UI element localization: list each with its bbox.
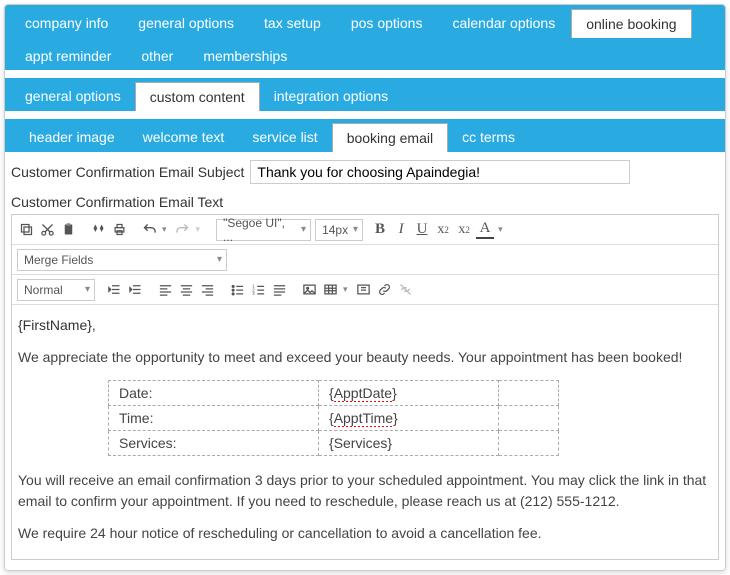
insert-symbol-icon[interactable] xyxy=(355,281,373,299)
rich-text-editor: ▾ ▾ "Segoe UI", ... 14px B I U x2 x2 A▾ … xyxy=(11,214,719,560)
italic-button[interactable]: I xyxy=(392,221,410,239)
font-size-select[interactable]: 14px xyxy=(315,219,363,241)
section-tabs: general optionscustom contentintegration… xyxy=(5,78,725,111)
font-family-select[interactable]: "Segoe UI", ... xyxy=(216,219,311,241)
main-tab-pos-options[interactable]: pos options xyxy=(337,9,437,38)
policy-paragraph: We require 24 hour notice of reschedulin… xyxy=(18,523,712,543)
toolbar-row-2: Merge Fields xyxy=(12,245,718,275)
main-tab-online-booking[interactable]: online booking xyxy=(571,9,691,38)
content-tab-service-list[interactable]: service list xyxy=(238,123,331,152)
subject-input[interactable] xyxy=(250,160,630,184)
merge-fields-select[interactable]: Merge Fields xyxy=(17,249,227,271)
main-tab-memberships[interactable]: memberships xyxy=(189,42,301,70)
confirm-paragraph: You will receive an email confirmation 3… xyxy=(18,470,712,511)
undo-icon[interactable] xyxy=(140,221,158,239)
body-label: Customer Confirmation Email Text xyxy=(11,194,719,210)
bullet-list-icon[interactable] xyxy=(228,281,246,299)
align-left-icon[interactable] xyxy=(156,281,174,299)
subscript-button[interactable]: x2 xyxy=(455,221,473,239)
unlink-icon[interactable] xyxy=(397,281,415,299)
content-tab-header-image[interactable]: header image xyxy=(15,123,129,152)
print-icon[interactable] xyxy=(110,221,128,239)
content-tab-welcome-text[interactable]: welcome text xyxy=(129,123,239,152)
outdent-icon[interactable] xyxy=(105,281,123,299)
main-tabs: company infogeneral optionstax setuppos … xyxy=(5,5,725,70)
cut-icon[interactable] xyxy=(38,221,56,239)
redo-icon[interactable] xyxy=(174,221,192,239)
align-right-icon[interactable] xyxy=(198,281,216,299)
section-tab-custom-content[interactable]: custom content xyxy=(135,82,260,111)
number-list-icon[interactable]: 123 xyxy=(249,281,267,299)
greeting-line: {FirstName}, xyxy=(18,315,712,335)
find-icon[interactable] xyxy=(89,221,107,239)
font-color-button[interactable]: A xyxy=(476,221,494,239)
underline-button[interactable]: U xyxy=(413,221,431,239)
main-tab-calendar-options[interactable]: calendar options xyxy=(438,9,569,38)
superscript-button[interactable]: x2 xyxy=(434,221,452,239)
editor-body[interactable]: {FirstName}, We appreciate the opportuni… xyxy=(12,305,718,559)
align-justify-icon[interactable] xyxy=(270,281,288,299)
content-tab-booking-email[interactable]: booking email xyxy=(332,123,448,152)
indent-icon[interactable] xyxy=(126,281,144,299)
svg-text:3: 3 xyxy=(252,291,255,296)
toolbar-row-1: ▾ ▾ "Segoe UI", ... 14px B I U x2 x2 A▾ xyxy=(12,215,718,245)
copy-icon[interactable] xyxy=(17,221,35,239)
paragraph-style-select[interactable]: Normal xyxy=(17,279,95,301)
intro-paragraph: We appreciate the opportunity to meet an… xyxy=(18,347,712,367)
table-row: Date:{ApptDate} xyxy=(109,380,559,405)
insert-image-icon[interactable] xyxy=(300,281,318,299)
insert-link-icon[interactable] xyxy=(376,281,394,299)
main-tab-general-options[interactable]: general options xyxy=(124,9,248,38)
insert-table-icon[interactable] xyxy=(321,281,339,299)
main-tab-company-info[interactable]: company info xyxy=(11,9,122,38)
main-tab-appt-reminder[interactable]: appt reminder xyxy=(11,42,125,70)
subject-label: Customer Confirmation Email Subject xyxy=(11,164,244,180)
section-tab-general-options[interactable]: general options xyxy=(11,82,135,111)
table-row: Time:{ApptTime} xyxy=(109,405,559,430)
main-tab-tax-setup[interactable]: tax setup xyxy=(250,9,335,38)
main-tab-other[interactable]: other xyxy=(127,42,187,70)
content-tab-cc-terms[interactable]: cc terms xyxy=(448,123,529,152)
toolbar-row-3: Normal 123 ▾ xyxy=(12,275,718,305)
merge-firstname: {FirstName} xyxy=(18,317,92,333)
custom-content-tabs: header imagewelcome textservice listbook… xyxy=(5,119,725,152)
section-tab-integration-options[interactable]: integration options xyxy=(260,82,402,111)
paste-icon[interactable] xyxy=(59,221,77,239)
align-center-icon[interactable] xyxy=(177,281,195,299)
appointment-fields-table: Date:{ApptDate}Time:{ApptTime}Services:{… xyxy=(108,380,559,457)
bold-button[interactable]: B xyxy=(371,221,389,239)
table-row: Services:{Services} xyxy=(109,431,559,456)
